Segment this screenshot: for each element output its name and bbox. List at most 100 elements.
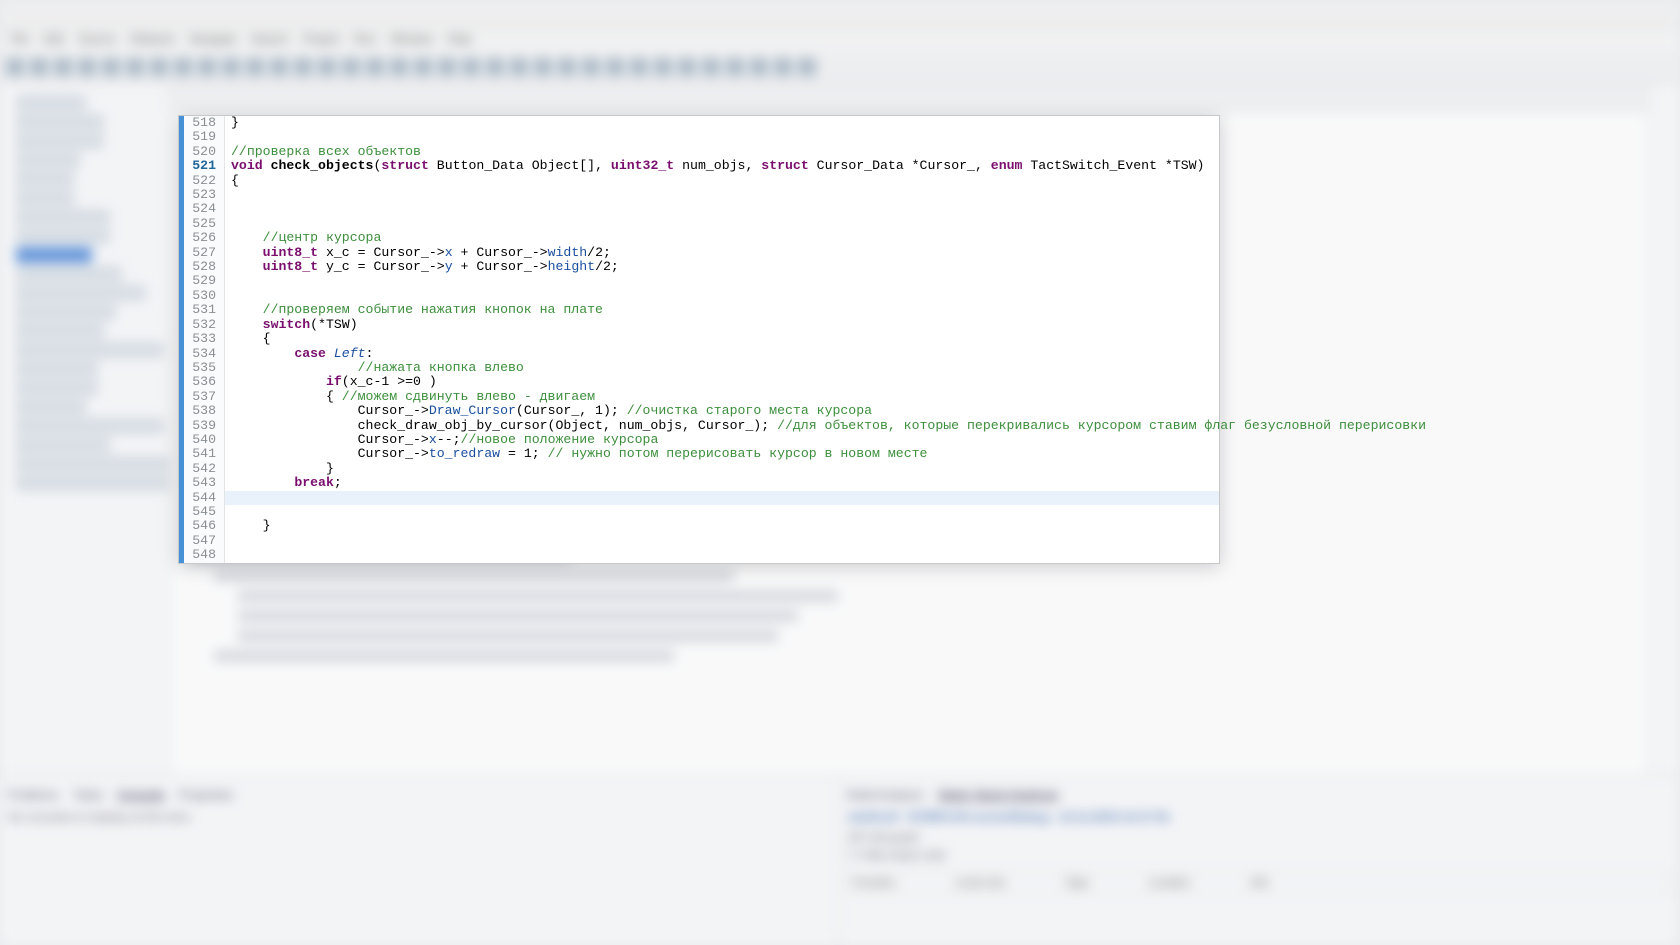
code-line[interactable]: 534 case Left: [179,347,1219,361]
code-text[interactable]: } [225,116,239,130]
tool-button[interactable] [270,58,288,76]
tool-button[interactable] [222,58,240,76]
tool-button[interactable] [30,58,48,76]
code-line[interactable]: 536 if(x_c-1 >=0 ) [179,375,1219,389]
code-line[interactable]: 547 [179,534,1219,548]
code-text[interactable] [225,491,239,505]
tool-button[interactable] [126,58,144,76]
tool-button[interactable] [654,58,672,76]
tree-item[interactable] [16,380,98,396]
tab-console[interactable]: Console [117,788,164,802]
code-line[interactable]: 535 //нажата кнопка влево [179,361,1219,375]
tool-button[interactable] [294,58,312,76]
code-text[interactable] [225,548,239,562]
tool-button[interactable] [102,58,120,76]
col-header[interactable]: Info [1250,877,1268,889]
code-text[interactable] [225,202,239,216]
menu-navigate[interactable]: Navigate [189,32,236,48]
col-header[interactable]: Location [1149,877,1191,889]
code-line[interactable]: 528 uint8_t y_c = Cursor_->y + Cursor_->… [179,260,1219,274]
tool-button[interactable] [726,58,744,76]
tool-button[interactable] [318,58,336,76]
console-panel[interactable]: ProblemsTasksConsoleProperties No consol… [0,776,840,945]
tool-button[interactable] [534,58,552,76]
tool-button[interactable] [414,58,432,76]
code-text[interactable]: } [225,462,334,476]
menu-search[interactable]: Search [251,32,289,48]
code-line[interactable]: 524 [179,202,1219,216]
tool-button[interactable] [6,58,24,76]
code-text[interactable]: if(x_c-1 >=0 ) [225,375,437,389]
tree-item[interactable] [16,418,164,434]
tool-button[interactable] [54,58,72,76]
col-header[interactable]: Local cost [955,877,1005,889]
analyzer-panel[interactable]: Build AnalyzerStatic Stack Analyzer stmf… [840,776,1680,945]
code-text[interactable] [225,534,239,548]
tree-item[interactable] [16,152,80,168]
tree-item[interactable] [16,399,86,415]
tree-item[interactable] [16,285,146,301]
tree-item[interactable] [16,171,74,187]
tree-item[interactable] [16,133,104,149]
tree-item[interactable] [16,228,110,244]
tool-bar[interactable] [0,52,1680,84]
code-line[interactable]: 526 //центр курсора [179,231,1219,245]
tool-button[interactable] [366,58,384,76]
tool-button[interactable] [462,58,480,76]
tool-button[interactable] [750,58,768,76]
code-line[interactable]: 525 [179,217,1219,231]
code-text[interactable] [225,289,239,303]
tab-tasks[interactable]: Tasks [73,788,104,802]
menu-project[interactable]: Project [303,32,340,48]
code-line[interactable]: 522{ [179,174,1219,188]
tool-button[interactable] [390,58,408,76]
menu-source[interactable]: Source [78,32,116,48]
code-text[interactable]: check_draw_obj_by_cursor(Object, num_obj… [225,419,1426,433]
tool-button[interactable] [174,58,192,76]
code-line[interactable]: 548 [179,548,1219,562]
code-text[interactable]: //проверка всех объектов [225,145,421,159]
code-text[interactable] [225,217,239,231]
code-text[interactable]: Cursor_->Draw_Cursor(Cursor_, 1); //очис… [225,404,872,418]
tree-item[interactable] [16,266,122,282]
code-text[interactable]: //центр курсора [225,231,381,245]
code-text[interactable]: case Left: [225,347,373,361]
code-line[interactable]: 544 [179,491,1219,505]
tree-item[interactable] [16,190,74,206]
code-text[interactable]: { [225,174,239,188]
code-text[interactable] [225,505,239,519]
code-text[interactable]: Cursor_->x--;//новое положение курсора [225,433,658,447]
code-text[interactable]: uint8_t y_c = Cursor_->y + Cursor_->heig… [225,260,619,274]
tab-properties[interactable]: Properties [179,788,234,802]
tree-item[interactable] [16,437,110,453]
code-line[interactable]: 520//проверка всех объектов [179,145,1219,159]
menu-help[interactable]: Help [447,32,472,48]
tool-button[interactable] [150,58,168,76]
code-line[interactable]: 532 switch(*TSW) [179,318,1219,332]
tool-button[interactable] [606,58,624,76]
code-line[interactable]: 530 [179,289,1219,303]
tree-item[interactable] [16,342,164,358]
tool-button[interactable] [438,58,456,76]
tree-item[interactable] [16,209,110,225]
menu-bar[interactable]: FileEditSourceRefactorNavigateSearchProj… [0,28,1680,52]
code-line[interactable]: 521void check_objects(struct Button_Data… [179,159,1219,173]
tree-item[interactable] [16,95,86,111]
tool-button[interactable] [78,58,96,76]
code-text[interactable]: void check_objects(struct Button_Data Ob… [225,159,1204,173]
code-line[interactable]: 523 [179,188,1219,202]
tool-button[interactable] [246,58,264,76]
code-line[interactable]: 533 { [179,332,1219,346]
code-text[interactable]: } [225,519,271,533]
menu-window[interactable]: Window [390,32,433,48]
tool-button[interactable] [198,58,216,76]
code-line[interactable]: 546 } [179,519,1219,533]
menu-edit[interactable]: Edit [43,32,64,48]
tab-static-stack-analyzer[interactable]: Static Stack Analyzer [938,788,1059,802]
tree-item[interactable] [16,114,104,130]
tool-button[interactable] [774,58,792,76]
analyzer-sub1[interactable]: All Call graph [848,830,1671,844]
menu-run[interactable]: Run [354,32,376,48]
analyzer-sub2[interactable]: ☐ Hide dead code [848,848,1671,862]
code-text[interactable]: //нажата кнопка влево [225,361,524,375]
